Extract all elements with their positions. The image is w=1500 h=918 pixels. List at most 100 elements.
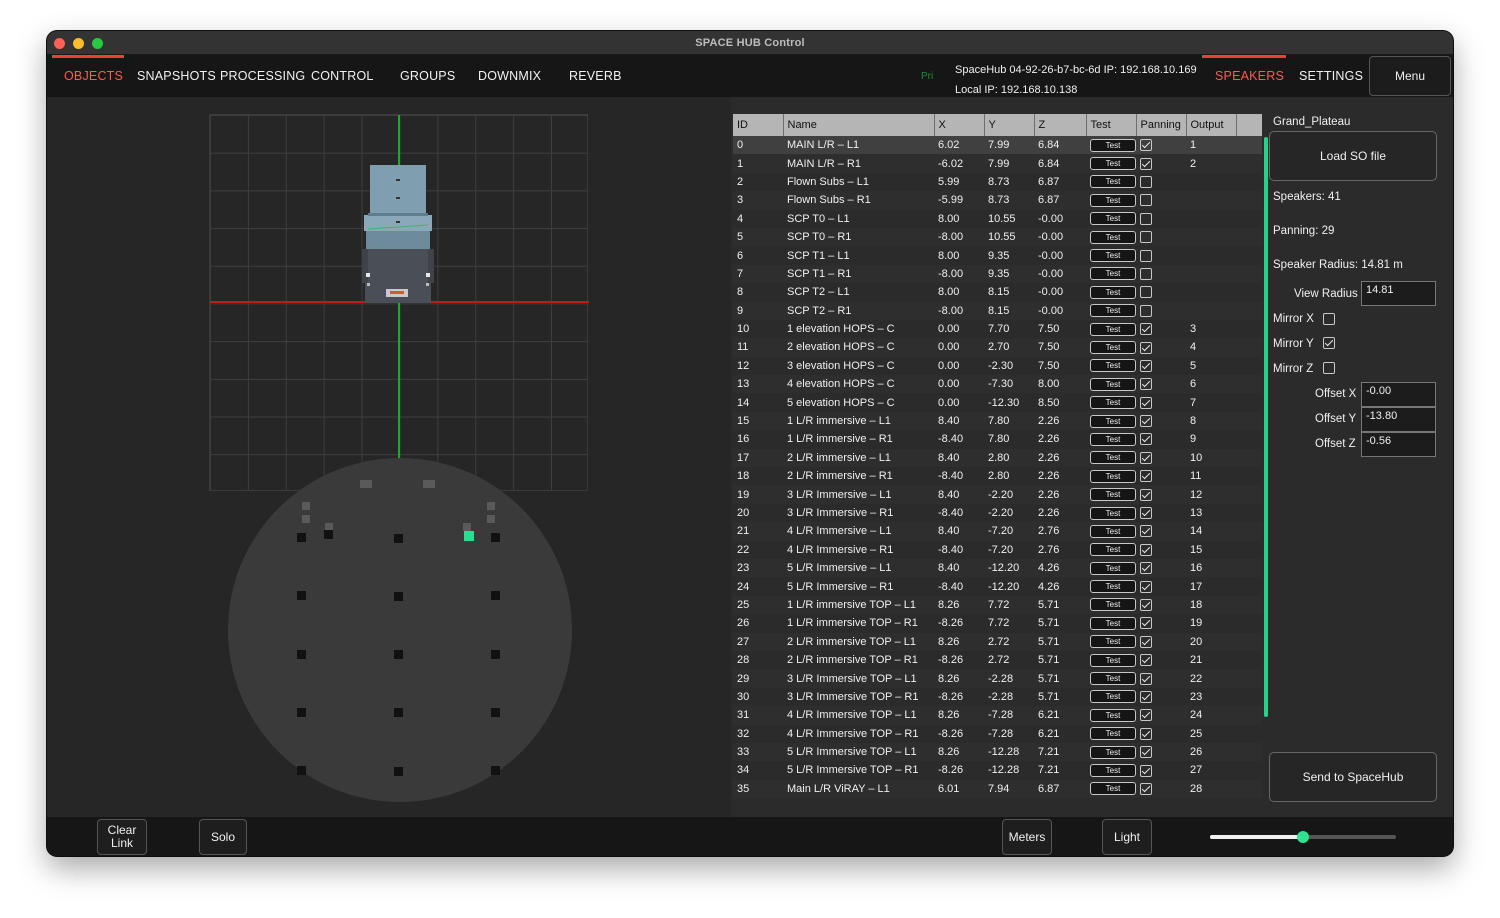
mirror-x-checkbox[interactable] [1323, 313, 1335, 325]
speaker-marker[interactable] [491, 591, 500, 600]
cell-y[interactable]: -2.30 [984, 357, 1034, 375]
cell-y[interactable]: -2.28 [984, 669, 1034, 688]
test-button[interactable]: Test [1090, 745, 1136, 759]
panning-checkbox[interactable] [1140, 562, 1152, 575]
cell-z[interactable]: 7.50 [1034, 320, 1086, 338]
cell-y[interactable]: -12.28 [984, 761, 1034, 779]
table-row[interactable]: 16 1 L/R immersive – R1 -8.40 7.80 2.26 Test 9 [733, 430, 1262, 448]
table-row[interactable]: 21 4 L/R Immersive – L1 8.40 -7.20 2.76 Test 1… [733, 522, 1262, 541]
table-row[interactable]: 13 4 elevation HOPS – C 0.00 -7.30 8.00 Test 6 [733, 375, 1262, 394]
cell-y[interactable]: 2.72 [984, 651, 1034, 669]
test-button[interactable]: Test [1090, 304, 1136, 318]
cell-name[interactable]: 1 elevation HOPS – C [783, 320, 934, 338]
cell-y[interactable]: 7.80 [984, 411, 1034, 431]
cell-y[interactable]: -7.28 [984, 706, 1034, 725]
cell-z[interactable]: 2.26 [1034, 467, 1086, 485]
cell-name[interactable]: 5 L/R Immersive – R1 [783, 577, 934, 595]
cell-z[interactable]: 2.26 [1034, 430, 1086, 448]
speaker-marker[interactable] [324, 530, 333, 539]
table-row[interactable]: 22 4 L/R Immersive – R1 -8.40 -7.20 2.76 Test… [733, 541, 1262, 559]
cell-z[interactable]: -0.00 [1034, 227, 1086, 247]
test-button[interactable]: Test [1090, 359, 1136, 373]
cell-output[interactable]: 1 [1186, 136, 1236, 155]
load-so-file-button[interactable]: Load SO file [1269, 131, 1437, 181]
cell-x[interactable]: -8.40 [934, 541, 984, 559]
test-button[interactable]: Test [1090, 616, 1136, 630]
speaker-marker[interactable] [302, 515, 310, 523]
view-radius-input[interactable]: 14.81 [1361, 281, 1436, 306]
cell-x[interactable]: 8.40 [934, 448, 984, 468]
speaker-marker[interactable] [491, 708, 500, 717]
tab-downmix[interactable]: DOWNMIX [478, 69, 541, 83]
cell-x[interactable]: 8.26 [934, 669, 984, 688]
cell-x[interactable]: -8.26 [934, 761, 984, 779]
cell-output[interactable] [1186, 210, 1236, 228]
cell-y[interactable]: 7.94 [984, 779, 1034, 799]
panning-checkbox[interactable] [1140, 359, 1152, 372]
panning-checkbox[interactable] [1140, 451, 1152, 464]
cell-y[interactable]: 7.72 [984, 595, 1034, 615]
cell-x[interactable]: -8.40 [934, 504, 984, 522]
cell-y[interactable]: -7.20 [984, 522, 1034, 541]
tab-control[interactable]: CONTROL [311, 69, 374, 83]
panning-checkbox[interactable] [1140, 654, 1152, 667]
table-row[interactable]: 25 1 L/R immersive TOP – L1 8.26 7.72 5.71 Te… [733, 595, 1262, 615]
cell-x[interactable]: 6.01 [934, 779, 984, 799]
panning-checkbox[interactable] [1140, 378, 1152, 391]
cell-y[interactable]: 2.80 [984, 467, 1034, 485]
cell-name[interactable]: 2 elevation HOPS – C [783, 338, 934, 357]
test-button[interactable]: Test [1090, 708, 1136, 722]
cell-output[interactable] [1186, 264, 1236, 284]
cell-output[interactable]: 18 [1186, 595, 1236, 615]
panning-checkbox[interactable] [1140, 690, 1152, 703]
test-button[interactable]: Test [1090, 653, 1136, 667]
cell-x[interactable]: 8.00 [934, 283, 984, 301]
cell-output[interactable]: 22 [1186, 669, 1236, 688]
cell-output[interactable]: 26 [1186, 742, 1236, 762]
cell-y[interactable]: -7.30 [984, 375, 1034, 394]
cell-name[interactable]: 4 L/R Immersive – R1 [783, 541, 934, 559]
cell-z[interactable]: 2.26 [1034, 504, 1086, 522]
speaker-marker[interactable] [491, 650, 500, 659]
cell-name[interactable]: Flown Subs – R1 [783, 191, 934, 210]
table-row[interactable]: 34 5 L/R Immersive TOP – R1 -8.26 -12.28 7.2… [733, 761, 1262, 779]
speaker-marker[interactable] [423, 480, 435, 488]
cell-name[interactable]: SCP T0 – L1 [783, 210, 934, 228]
cell-y[interactable]: -7.20 [984, 541, 1034, 559]
cell-output[interactable]: 7 [1186, 393, 1236, 411]
cell-y[interactable]: -2.28 [984, 688, 1034, 706]
cell-z[interactable]: 7.21 [1034, 742, 1086, 762]
cell-x[interactable]: -8.26 [934, 688, 984, 706]
cell-name[interactable]: 1 L/R immersive – L1 [783, 411, 934, 431]
cell-x[interactable]: 8.00 [934, 246, 984, 264]
cell-z[interactable]: 4.26 [1034, 558, 1086, 578]
table-row[interactable]: 12 3 elevation HOPS – C 0.00 -2.30 7.50 Test 5 [733, 357, 1262, 375]
table-row[interactable]: 26 1 L/R immersive TOP – R1 -8.26 7.72 5.71 T… [733, 614, 1262, 632]
test-button[interactable]: Test [1090, 267, 1136, 281]
speaker-marker[interactable] [394, 650, 403, 659]
cell-z[interactable]: 4.26 [1034, 577, 1086, 595]
cell-y[interactable]: 2.70 [984, 338, 1034, 357]
table-row[interactable]: 8 SCP T2 – L1 8.00 8.15 -0.00 Test [733, 283, 1262, 301]
cell-z[interactable]: 8.50 [1034, 393, 1086, 411]
speaker-marker[interactable] [297, 591, 306, 600]
cell-name[interactable]: 4 L/R Immersive TOP – L1 [783, 706, 934, 725]
cell-output[interactable]: 11 [1186, 467, 1236, 485]
tab-reverb[interactable]: REVERB [569, 69, 622, 83]
menu-button[interactable]: Menu [1369, 56, 1451, 96]
test-button[interactable]: Test [1090, 138, 1136, 152]
cell-z[interactable]: 6.87 [1034, 191, 1086, 210]
cell-x[interactable]: -8.26 [934, 651, 984, 669]
cell-z[interactable]: -0.00 [1034, 264, 1086, 284]
cell-name[interactable]: 1 L/R immersive TOP – R1 [783, 614, 934, 632]
test-button[interactable]: Test [1090, 543, 1136, 557]
cell-x[interactable]: 0.00 [934, 393, 984, 411]
cell-name[interactable]: 5 L/R Immersive – L1 [783, 558, 934, 578]
cell-name[interactable]: 1 L/R immersive – R1 [783, 430, 934, 448]
cell-output[interactable]: 10 [1186, 448, 1236, 468]
test-button[interactable]: Test [1090, 230, 1136, 244]
cell-z[interactable]: 2.26 [1034, 448, 1086, 468]
panning-checkbox[interactable] [1140, 580, 1152, 593]
cell-x[interactable]: 5.99 [934, 173, 984, 191]
cell-y[interactable]: -7.28 [984, 725, 1034, 743]
